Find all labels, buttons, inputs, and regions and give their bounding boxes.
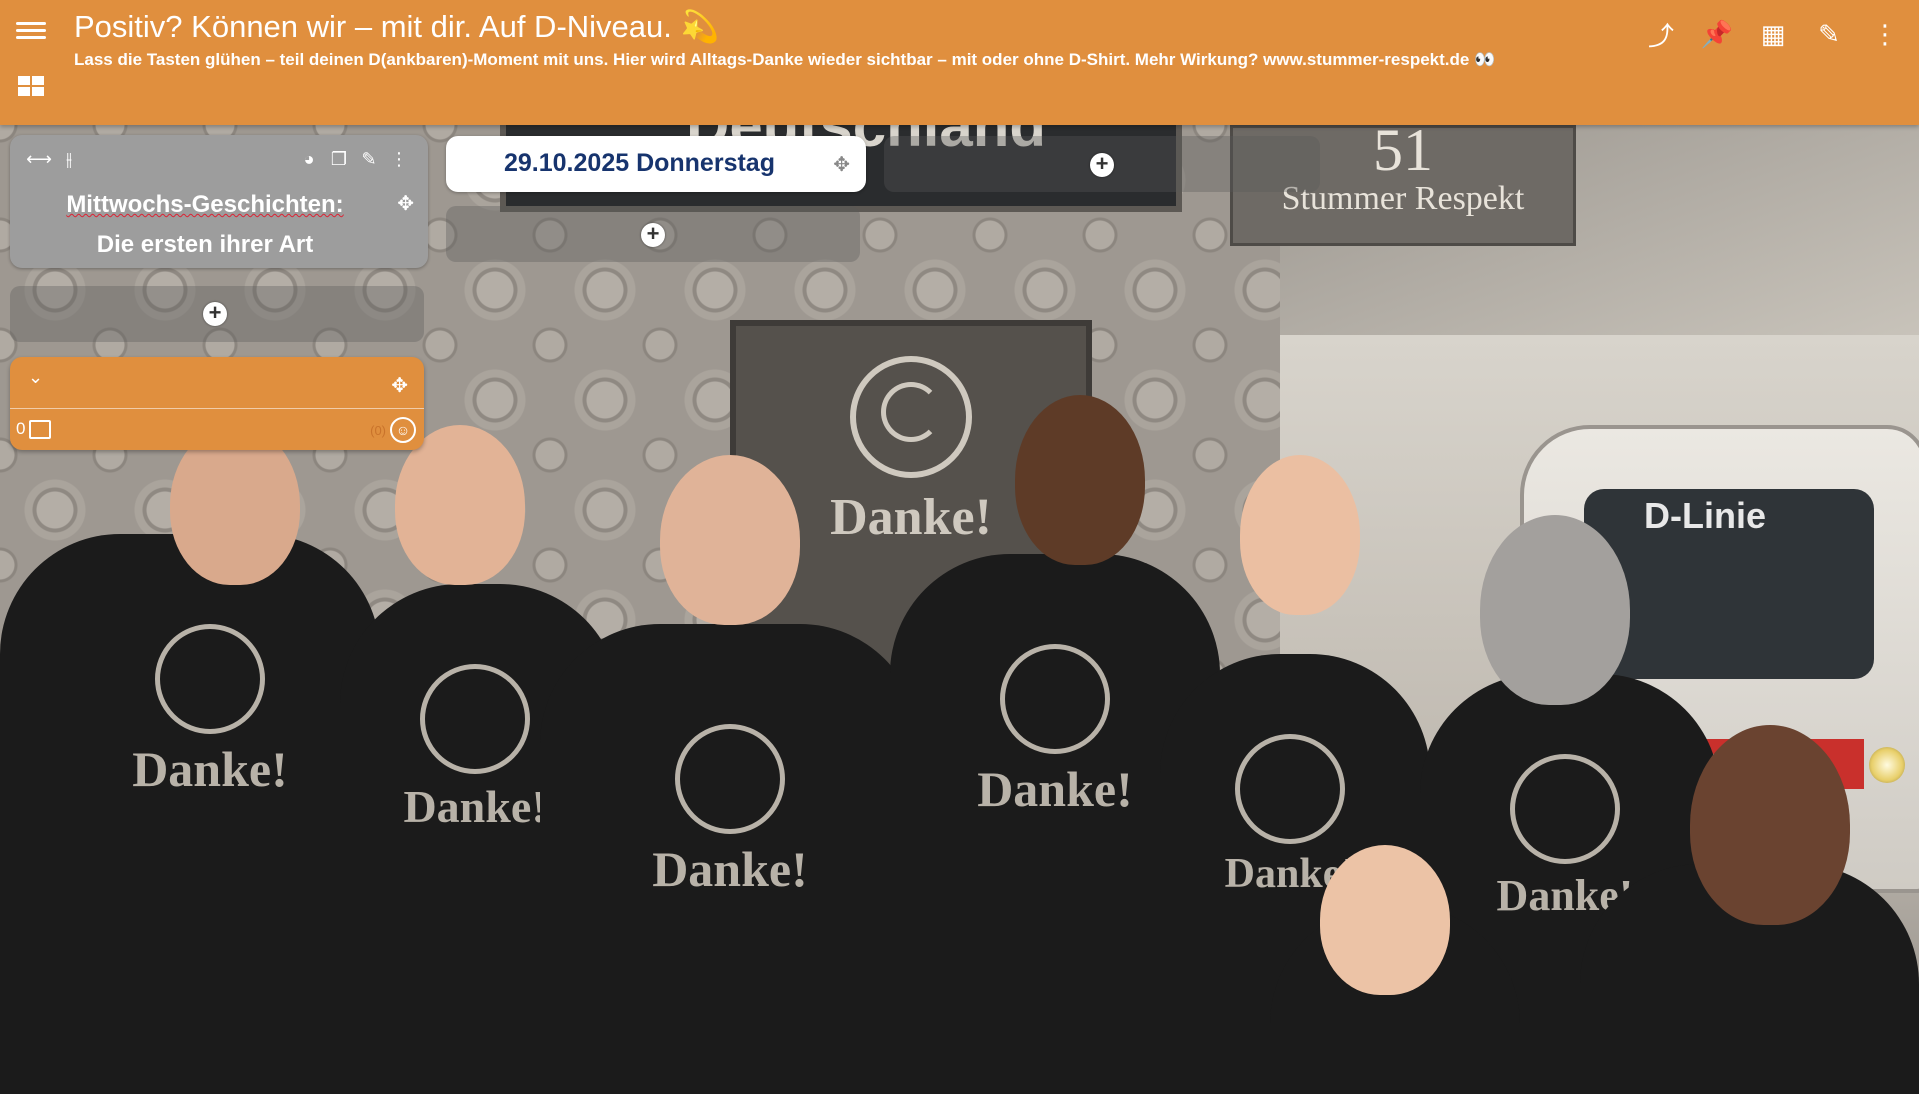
person-6-head — [1480, 515, 1630, 705]
move-icon[interactable]: ✥ — [833, 152, 850, 177]
add-widget-button[interactable]: + — [641, 223, 665, 247]
person-7-head — [1320, 845, 1450, 995]
note-card-text[interactable]: Mittwochs-Geschichten: Die ersten ihrer … — [10, 185, 400, 265]
chevron-down-icon[interactable]: ⌄ — [28, 367, 43, 388]
divider — [10, 408, 424, 409]
move-icon[interactable]: ✥ — [391, 373, 408, 398]
shirt-logo: Danke! — [960, 644, 1150, 818]
person-4-head — [1015, 395, 1145, 565]
move-icon[interactable]: ✥ — [397, 191, 414, 216]
date-card[interactable]: 29.10.2025 Donnerstag ✥ — [446, 136, 866, 192]
comment-icon — [29, 419, 52, 439]
note-line-1: Mittwochs-Geschichten: — [66, 191, 344, 218]
arrows-horizontal-icon[interactable]: ⟷ — [24, 149, 54, 170]
add-widget-button[interactable]: + — [203, 302, 227, 326]
shirt-logo: Danke! — [120, 624, 300, 798]
edit-icon[interactable]: ✎ — [354, 149, 384, 170]
note-card-toolbar: ⟷ ⫲ ◕ ❐ ✎ ⋮ — [24, 147, 414, 171]
more-vert-icon[interactable]: ⋮ — [384, 149, 414, 170]
person-1: Danke! — [0, 534, 380, 1094]
date-text: 29.10.2025 Donnerstag — [504, 149, 775, 177]
edit-icon[interactable]: ✎ — [1809, 14, 1849, 54]
pin-icon[interactable]: 📌 — [1697, 14, 1737, 54]
reaction-button[interactable]: (0) ☺ — [370, 417, 416, 443]
settings-layout-icon[interactable]: ▦ — [1753, 14, 1793, 54]
comment-card[interactable]: ⌄ ✥ 0 (0) ☺ — [10, 357, 424, 450]
reaction-count: (0) — [370, 422, 386, 438]
train-light-right — [1869, 747, 1905, 783]
add-widget-button[interactable]: + — [1090, 153, 1114, 177]
page-subtitle: Lass die Tasten glühen – teil deinen D(a… — [74, 50, 1496, 69]
background-image: Deutschland 51 Stummer Respekt Danke! D-… — [0, 125, 1919, 1094]
note-line-2: Die ersten ihrer Art — [96, 231, 314, 258]
menu-icon[interactable] — [16, 18, 46, 44]
dashboard-icon[interactable] — [18, 76, 44, 96]
person-3: Danke! — [540, 624, 920, 1094]
note-card[interactable]: ⟷ ⫲ ◕ ❐ ✎ ⋮ Mittwochs-Geschichten: Die e… — [10, 135, 428, 268]
comment-count: 0 — [16, 419, 26, 438]
shirt-logo: Danke! — [635, 724, 825, 898]
share-icon[interactable]: ⤴ — [1641, 14, 1681, 54]
palette-icon[interactable]: ◕ — [294, 149, 324, 170]
person-3-head — [660, 455, 800, 625]
split-icon[interactable]: ⫲ — [54, 149, 84, 170]
person-5-head — [1240, 455, 1360, 615]
page-title: Positiv? Können wir – mit dir. Auf D-Niv… — [74, 9, 720, 44]
header-bar: Positiv? Können wir – mit dir. Auf D-Niv… — [0, 0, 1919, 125]
person-8-head — [1690, 725, 1850, 925]
copy-icon[interactable]: ❐ — [324, 149, 354, 170]
rose-logo-icon — [850, 356, 972, 478]
smiley-icon: ☺ — [390, 417, 416, 443]
header-actions: ⤴ 📌 ▦ ✎ ⋮ — [1641, 14, 1905, 54]
train-destination: D-Linie — [1644, 495, 1766, 536]
more-vert-icon[interactable]: ⋮ — [1865, 14, 1905, 54]
comments-button[interactable]: 0 — [16, 419, 52, 439]
